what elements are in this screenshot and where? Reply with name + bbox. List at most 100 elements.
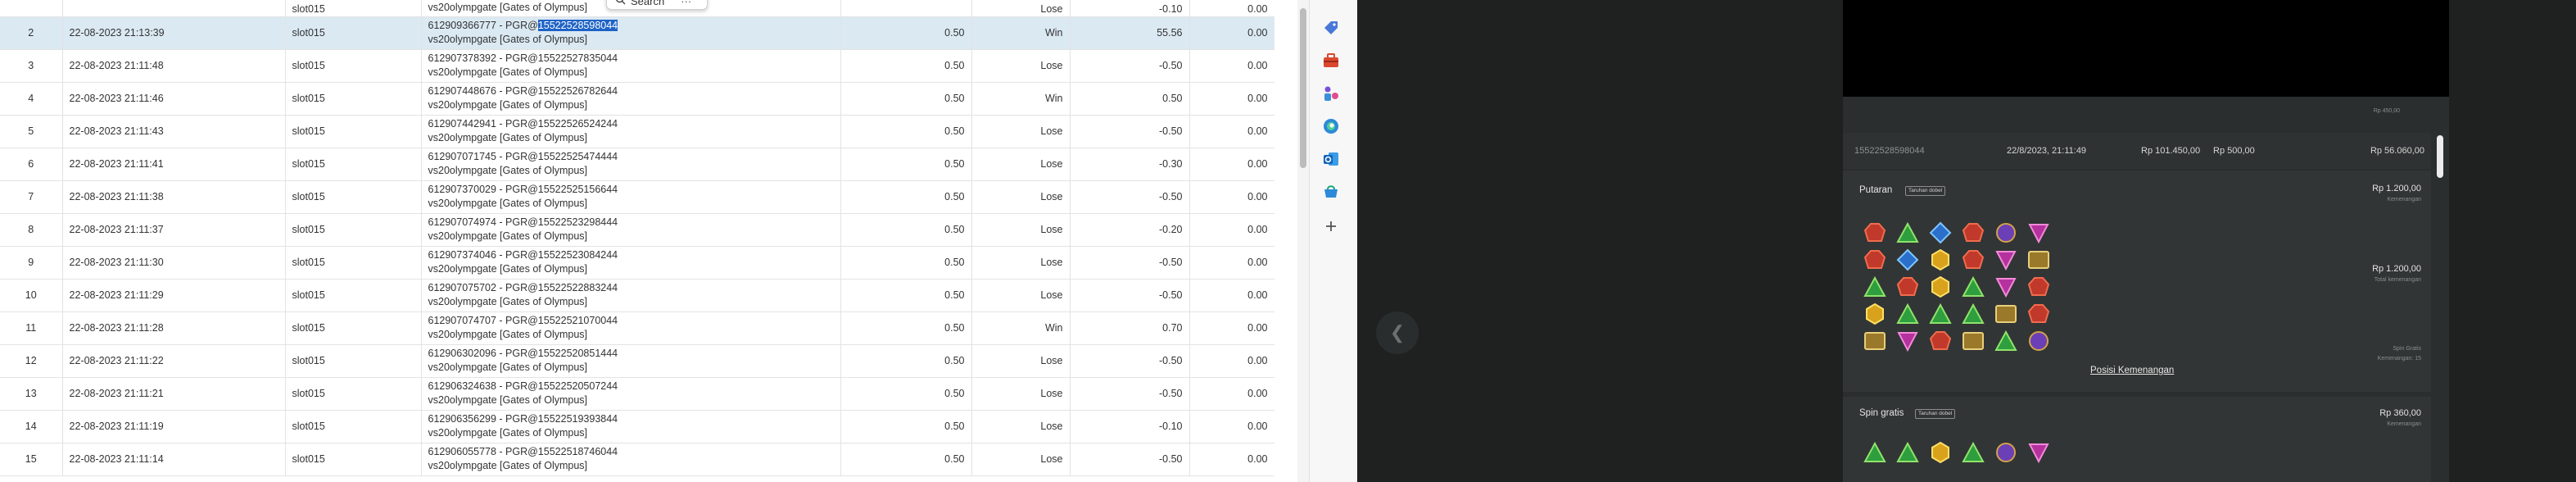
detail-line-1: 612907378392 - PGR@15522527835044 [428,52,618,64]
slot-symbol-crown-icon [1990,301,2021,327]
bet-cell [840,0,972,17]
slot-symbol-crown-icon [1958,328,1989,354]
detail-cell[interactable]: 612906356299 - PGR@15522519393844 vs20oly… [421,410,841,443]
slot-symbol-yellow-icon [1925,274,1956,300]
bet-cell: 0.50 [840,311,972,345]
datetime-cell: 22-08-2023 21:11:46 [62,82,286,116]
free-spin-title: Spin gratis [1859,408,1904,418]
user-cell: slot015 [285,115,422,148]
detail-line-2: vs20olympgate [Gates of Olympus] [428,230,588,242]
detail-line-1: 612907442941 - PGR@15522526524244 [428,118,618,130]
games-icon[interactable] [1321,84,1341,103]
detail-cell[interactable]: 612906302096 - PGR@15522520851444 vs20oly… [421,344,841,378]
slot-symbol-purple-icon [1990,220,2021,246]
table-row[interactable]: 9 22-08-2023 21:11:30 slot015 612907374046 … [0,246,1274,280]
result-cell: Lose [971,377,1071,411]
balance-cell: 0.00 [1189,49,1274,83]
round-bet: Rp 500,00 [2213,146,2255,156]
detail-line-1: 612909366777 - PGR@15522528598044 [428,19,834,33]
user-cell: slot015 [285,311,422,345]
detail-cell[interactable]: 612907448676 - PGR@15522526782644 vs20oly… [421,82,841,116]
slot-symbol-green-icon [1859,439,1890,466]
win-amount-cell: -0.50 [1070,246,1190,280]
toolbox-icon[interactable] [1321,51,1341,70]
table-row[interactable]: 15 22-08-2023 21:11:14 slot015 612906055778… [0,443,1274,476]
tag-icon[interactable] [1321,18,1341,38]
detail-cell[interactable]: 612907378392 - PGR@15522527835044 vs20oly… [421,49,841,83]
slot-symbol-red-icon [1892,274,1923,300]
slot-symbol-yellow-icon [1925,247,1956,273]
table-row[interactable]: 13 22-08-2023 21:11:21 slot015 612906324638… [0,377,1274,411]
slot-symbol-blue-icon [1892,247,1923,273]
result-cell: Lose [971,410,1071,443]
table-row[interactable]: 12 22-08-2023 21:11:22 slot015 612906302096… [0,344,1274,378]
round-summary-row[interactable]: 15522528598044 22/8/2023, 21:11:49 Rp 10… [1843,133,2431,169]
detail-cell[interactable]: 612907442941 - PGR@15522526524244 vs20oly… [421,115,841,148]
panel-scrollbar[interactable] [2437,135,2443,178]
result-cell: Lose [971,0,1071,17]
scrollbar-thumb[interactable] [1300,8,1306,168]
balance-cell: 0.00 [1189,344,1274,378]
detail-cell[interactable]: 612907074974 - PGR@15522523298444 vs20oly… [421,213,841,247]
detail-line-1: 612907448676 - PGR@15522526782644 [428,85,618,97]
balance-cell: 0.00 [1189,82,1274,116]
previous-section-remnant: Rp 450,00 [1843,97,2449,131]
balance-cell: 0.00 [1189,377,1274,411]
slot-symbol-green-icon [1859,274,1890,300]
spin-symbol-grid [1859,220,2054,354]
bet-history-table-panel: slot015 vs20olympgate [Gates of Olympus] L… [0,0,1274,482]
detail-cell[interactable]: 612907075702 - PGR@15522522883244 vs20oly… [421,279,841,312]
detail-cell[interactable]: 612907374046 - PGR@15522523084244 vs20oly… [421,246,841,280]
balance-cell: 0.00 [1189,148,1274,181]
table-row[interactable]: 11 22-08-2023 21:11:28 slot015 612907074707… [0,311,1274,345]
table-scrollbar[interactable] [1297,0,1309,482]
detail-cell[interactable]: 612906324638 - PGR@15522520507244 vs20oly… [421,377,841,411]
detail-line-2: vs20olympgate [Gates of Olympus] [428,99,588,111]
edge-icon[interactable] [1321,116,1341,136]
table-row[interactable]: 8 22-08-2023 21:11:37 slot015 612907074974 … [0,213,1274,247]
detail-cell[interactable]: 612907074707 - PGR@15522521070044 vs20oly… [421,311,841,345]
search-popup[interactable]: Search ··· [606,0,708,10]
table-row[interactable]: 10 22-08-2023 21:11:29 slot015 612907075702… [0,279,1274,312]
result-cell: Lose [971,180,1071,214]
outlook-icon[interactable] [1321,149,1341,169]
detail-cell[interactable]: 612907370029 - PGR@15522525156644 vs20oly… [421,180,841,214]
win-amount-cell: 0.70 [1070,311,1190,345]
table-row[interactable]: 4 22-08-2023 21:11:46 slot015 612907448676 … [0,82,1274,116]
shop-icon[interactable] [1321,182,1341,202]
more-icon[interactable]: ··· [681,0,691,7]
detail-cell[interactable]: 612907071745 - PGR@15522525474444 vs20oly… [421,148,841,181]
highlighted-transaction-id[interactable]: 15522528598044 [537,20,618,31]
row-number-cell: 5 [0,115,63,148]
add-icon[interactable] [1321,216,1341,236]
slot-symbol-magenta-icon [1990,274,2021,300]
table-row[interactable]: 7 22-08-2023 21:11:38 slot015 612907370029 … [0,180,1274,214]
slot-symbol-magenta-icon [2023,220,2054,246]
slot-symbol-purple-icon [1990,439,2021,466]
detail-cell[interactable]: 612909366777 - PGR@15522528598044 vs20oly… [421,16,841,50]
detail-line-2: vs20olympgate [Gates of Olympus] [428,362,588,373]
result-cell: Lose [971,344,1071,378]
detail-cell[interactable]: 612906055778 - PGR@15522518746044 vs20oly… [421,443,841,476]
row-number-cell: 6 [0,148,63,181]
slot-symbol-red-icon [1859,247,1890,273]
slot-symbol-green-icon [1892,220,1923,246]
previous-section-amount: Rp 450,00 [2373,108,2400,114]
win-amount-cell: -0.50 [1070,49,1190,83]
slot-symbol-green-icon [1892,301,1923,327]
table-row[interactable]: 3 22-08-2023 21:11:48 slot015 612907378392 … [0,49,1274,83]
round-balance: Rp 101.450,00 [2141,146,2201,156]
table-row[interactable]: 2 22-08-2023 21:13:39 slot015 612909366777 … [0,16,1274,50]
win-positions-link[interactable]: Posisi Kemenangan [2090,366,2174,375]
detail-line-2: vs20olympgate [Gates of Olympus] [428,263,588,275]
slot-symbol-crown-icon [1859,328,1890,354]
table-row[interactable]: 5 22-08-2023 21:11:43 slot015 612907442941 … [0,115,1274,148]
round-id: 15522528598044 [1854,146,1925,156]
table-row[interactable]: 6 22-08-2023 21:11:41 slot015 612907071745 … [0,148,1274,181]
table-row[interactable]: 14 22-08-2023 21:11:19 slot015 612906356299… [0,410,1274,443]
datetime-cell: 22-08-2023 21:11:22 [62,344,286,378]
previous-arrow-button[interactable]: ❮ [1376,311,1419,354]
detail-line-1: 612907074707 - PGR@15522521070044 [428,315,618,326]
detail-line-2: vs20olympgate [Gates of Olympus] [428,66,588,78]
balance-cell: 0.00 [1189,279,1274,312]
